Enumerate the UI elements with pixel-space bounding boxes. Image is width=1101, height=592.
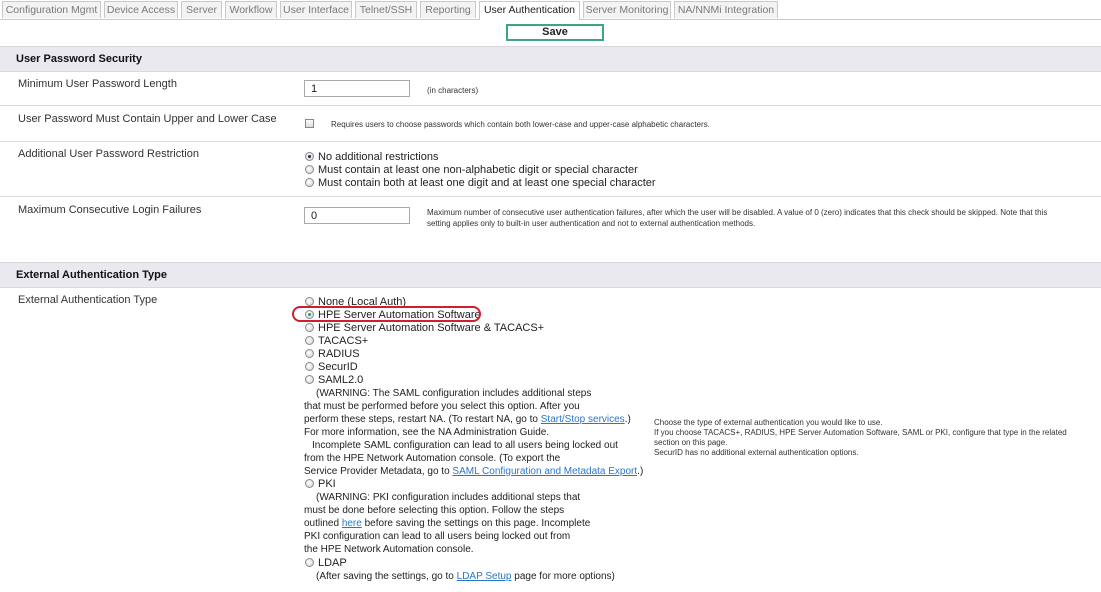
- ext-radio-hpe-sa-tacacs[interactable]: [305, 323, 314, 332]
- restriction-option: Must contain at least one non-alphabetic…: [318, 164, 638, 176]
- login-failures-hint: Maximum number of consecutive user authe…: [427, 207, 1047, 229]
- tab-bar: Configuration Mgmt Device Access Server …: [0, 0, 1101, 20]
- warning-line: (WARNING: The SAML configuration include…: [316, 388, 592, 399]
- login-failures-label: Maximum Consecutive Login Failures: [18, 204, 202, 216]
- restriction-radio-none[interactable]: [305, 152, 314, 161]
- ext-radio-radius[interactable]: [305, 349, 314, 358]
- restriction-label: Additional User Password Restriction: [18, 148, 199, 160]
- tab-na-nnmi-integration[interactable]: NA/NNMi Integration: [674, 1, 778, 18]
- help-line: SecurID has no additional external authe…: [654, 448, 859, 457]
- pki-here-link[interactable]: here: [342, 518, 362, 529]
- warning-text: outlined: [304, 518, 342, 529]
- min-length-label: Minimum User Password Length: [18, 78, 177, 90]
- ext-option: SecurID: [318, 361, 358, 373]
- ext-radio-securid[interactable]: [305, 362, 314, 371]
- warning-line: (WARNING: PKI configuration includes add…: [316, 492, 581, 503]
- restriction-radio-both[interactable]: [305, 178, 314, 187]
- min-length-input[interactable]: [304, 80, 410, 97]
- warning-line: Incomplete SAML configuration can lead t…: [312, 440, 618, 451]
- warning-text: before saving the settings on this page.…: [361, 518, 591, 529]
- ext-radio-pki[interactable]: [305, 479, 314, 488]
- ldap-setup-link[interactable]: LDAP Setup: [457, 571, 512, 582]
- restriction-radio-one[interactable]: [305, 165, 314, 174]
- warning-line: that must be performed before you select…: [304, 401, 580, 412]
- external-auth-help: Choose the type of external authenticati…: [654, 418, 1067, 458]
- saml-warning: (WARNING: The SAML configuration include…: [304, 387, 643, 478]
- ldap-text: page for more options): [511, 571, 615, 582]
- tab-server-monitoring[interactable]: Server Monitoring: [583, 1, 671, 18]
- ext-radio-tacacs[interactable]: [305, 336, 314, 345]
- upper-lower-hint: Requires users to choose passwords which…: [331, 120, 710, 129]
- tab-server[interactable]: Server: [181, 1, 222, 18]
- section-title: External Authentication Type: [16, 269, 167, 281]
- warning-line: perform these steps, restart NA. (To res…: [304, 413, 643, 426]
- warning-line: outlined here before saving the settings…: [304, 517, 590, 530]
- tab-user-authentication[interactable]: User Authentication: [479, 1, 580, 20]
- upper-lower-checkbox[interactable]: [305, 119, 314, 128]
- warning-text: Service Provider Metadata, go to: [304, 466, 453, 477]
- ldap-note: (After saving the settings, go to LDAP S…: [316, 570, 615, 583]
- section-header-external: External Authentication Type: [0, 262, 1101, 288]
- ext-radio-saml[interactable]: [305, 375, 314, 384]
- saml-export-link[interactable]: SAML Configuration and Metadata Export: [452, 466, 637, 477]
- divider: [0, 141, 1101, 142]
- start-stop-services-link[interactable]: Start/Stop services: [541, 414, 625, 425]
- hint-line: Maximum number of consecutive user authe…: [427, 208, 1048, 217]
- tab-user-interface[interactable]: User Interface: [280, 1, 352, 18]
- ldap-text: (After saving the settings, go to: [316, 571, 457, 582]
- ext-option: LDAP: [318, 557, 347, 569]
- ext-radio-ldap[interactable]: [305, 558, 314, 567]
- warning-text: perform these steps, restart NA. (To res…: [304, 414, 541, 425]
- ext-option: SAML2.0: [318, 374, 364, 386]
- section-header-password: User Password Security: [0, 46, 1101, 72]
- hint-line: setting applies only to built-in user au…: [427, 219, 756, 228]
- tab-reporting[interactable]: Reporting: [420, 1, 476, 18]
- ext-radio-none[interactable]: [305, 297, 314, 306]
- help-line: If you choose TACACS+, RADIUS, HPE Serve…: [654, 428, 1067, 437]
- warning-line: Service Provider Metadata, go to SAML Co…: [304, 465, 643, 478]
- highlight-annotation: [292, 306, 481, 322]
- min-length-unit: (in characters): [427, 86, 479, 95]
- tab-telnet-ssh[interactable]: Telnet/SSH: [355, 1, 417, 18]
- ext-option: HPE Server Automation Software & TACACS+: [318, 322, 545, 334]
- restriction-option: Must contain both at least one digit and…: [318, 177, 656, 189]
- pki-warning: (WARNING: PKI configuration includes add…: [304, 491, 590, 556]
- ext-option: RADIUS: [318, 348, 360, 360]
- warning-text: .): [637, 466, 644, 477]
- login-failures-input[interactable]: [304, 207, 410, 224]
- help-line: section on this page.: [654, 438, 728, 447]
- ext-option: TACACS+: [318, 335, 369, 347]
- tab-workflow[interactable]: Workflow: [225, 1, 277, 18]
- divider: [0, 105, 1101, 106]
- help-line: Choose the type of external authenticati…: [654, 418, 883, 427]
- upper-lower-label: User Password Must Contain Upper and Low…: [18, 113, 277, 125]
- warning-line: from the HPE Network Automation console.…: [304, 453, 561, 464]
- warning-line: must be done before selecting this optio…: [304, 505, 565, 516]
- warning-line: For more information, see the NA Adminis…: [304, 427, 550, 438]
- restriction-option: No additional restrictions: [318, 151, 439, 163]
- warning-line: PKI configuration can lead to all users …: [304, 531, 571, 542]
- tab-configuration-mgmt[interactable]: Configuration Mgmt: [2, 1, 101, 18]
- divider: [0, 196, 1101, 197]
- section-title: User Password Security: [16, 53, 142, 65]
- save-button[interactable]: Save: [506, 24, 604, 41]
- ext-option: PKI: [318, 478, 336, 490]
- tab-device-access[interactable]: Device Access: [104, 1, 178, 18]
- warning-text: .): [624, 414, 631, 425]
- external-auth-label: External Authentication Type: [18, 294, 158, 306]
- warning-line: the HPE Network Automation console.: [304, 544, 474, 555]
